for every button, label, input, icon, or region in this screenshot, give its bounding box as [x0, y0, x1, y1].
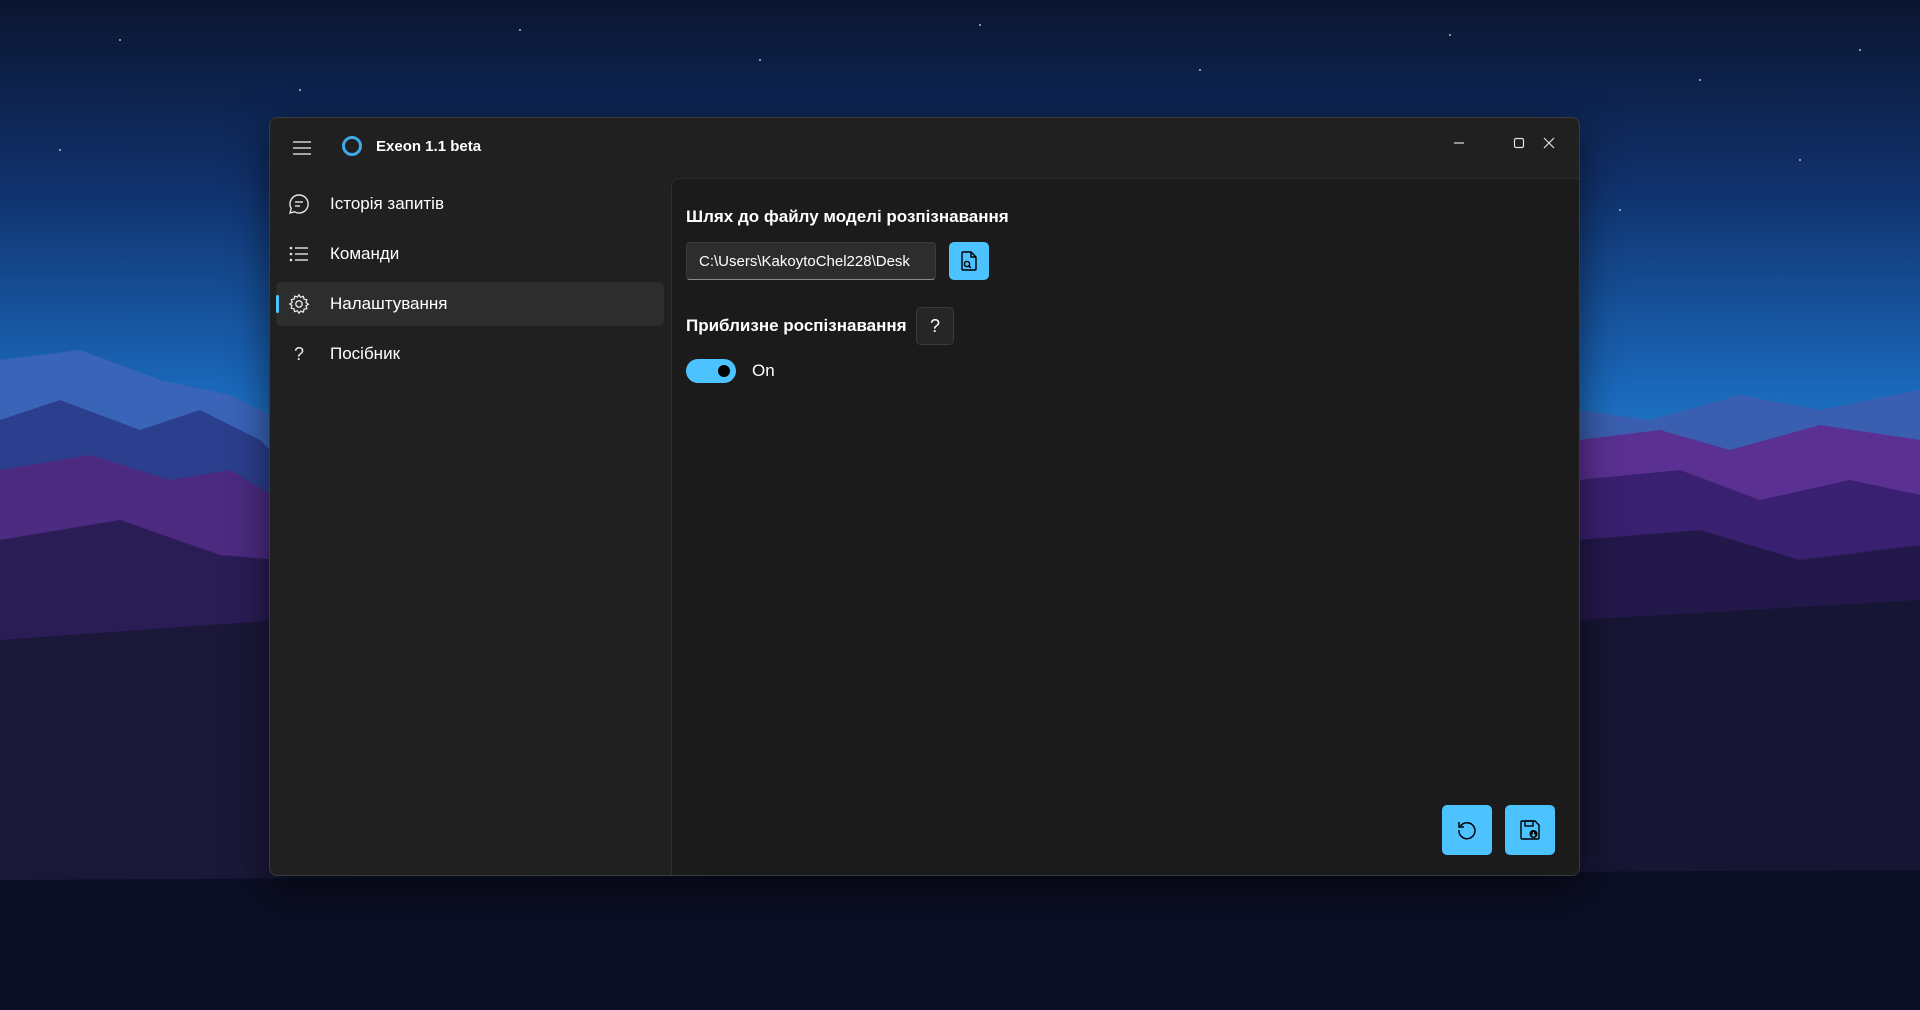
- gear-icon: [288, 293, 310, 315]
- sidebar-item-label: Команди: [330, 244, 400, 263]
- reset-button[interactable]: [1442, 805, 1492, 855]
- sidebar-item-label: Налаштування: [330, 294, 448, 313]
- approx-recognition-toggle[interactable]: [686, 359, 736, 383]
- save-icon: [1520, 820, 1540, 840]
- model-path-input[interactable]: [686, 242, 936, 280]
- question-icon: ?: [293, 343, 304, 364]
- sidebar-item-label: Посібник: [330, 344, 401, 363]
- chat-bubble-icon: [288, 193, 310, 215]
- minimize-icon: [1454, 142, 1464, 144]
- minimize-button[interactable]: [1429, 118, 1489, 168]
- app-title: Exeon 1.1 beta: [376, 138, 482, 155]
- browse-file-button[interactable]: [949, 242, 989, 280]
- app-logo-icon: [342, 136, 362, 156]
- approx-recognition-title: Приблизне роспізнавання: [686, 316, 907, 335]
- sidebar-item-guide[interactable]: ? Посібник: [276, 332, 664, 376]
- app-window: Exeon 1.1 beta Історія запитів Команди Н…: [269, 117, 1580, 876]
- sidebar-item-commands[interactable]: Команди: [276, 232, 664, 276]
- title-bar: Exeon 1.1 beta: [270, 118, 1579, 178]
- sidebar-item-label: Історія запитів: [330, 194, 444, 213]
- close-button[interactable]: [1519, 118, 1579, 168]
- save-button[interactable]: [1505, 805, 1555, 855]
- settings-panel: Шлях до файлу моделі розпізнавання Прибл…: [671, 178, 1579, 875]
- selection-indicator: [276, 295, 279, 313]
- desktop-wallpaper: Exeon 1.1 beta Історія запитів Команди Н…: [0, 0, 1920, 1010]
- hamburger-menu-icon[interactable]: [284, 130, 320, 166]
- close-icon: [1543, 137, 1555, 149]
- sidebar-item-history[interactable]: Історія запитів: [276, 182, 664, 226]
- sidebar-nav: Історія запитів Команди Налаштування ? П…: [270, 178, 670, 875]
- toggle-state-label: On: [752, 361, 775, 380]
- reset-icon: [1458, 821, 1476, 840]
- file-search-icon: [961, 251, 977, 271]
- help-button[interactable]: ?: [916, 307, 954, 345]
- sidebar-item-settings[interactable]: Налаштування: [276, 282, 664, 326]
- list-icon: [288, 243, 310, 265]
- toggle-knob: [718, 365, 730, 377]
- model-path-title: Шлях до файлу моделі розпізнавання: [686, 207, 1009, 226]
